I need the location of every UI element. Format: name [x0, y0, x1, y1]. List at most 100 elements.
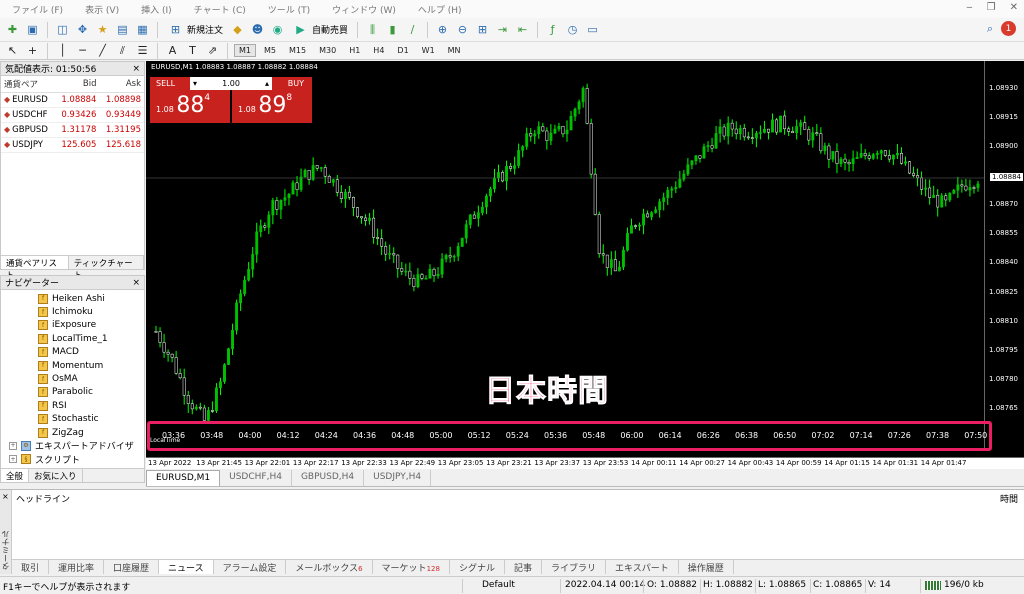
channel-icon[interactable]: ⫽	[114, 42, 131, 59]
profiles-icon[interactable]: ▣	[24, 21, 41, 38]
market-watch-icon[interactable]: ◫	[54, 21, 71, 38]
market-icon[interactable]: ◉	[269, 21, 286, 38]
navigator-item[interactable]: f MACD	[1, 346, 144, 359]
timeframe-h1[interactable]: H1	[344, 44, 365, 57]
navigator-item[interactable]: f Heiken Ashi	[1, 292, 144, 305]
navigator-item[interactable]: f Parabolic	[1, 386, 144, 399]
tab-tick-chart[interactable]: ティックチャート	[69, 256, 144, 281]
chevron-up-icon[interactable]: ▴	[265, 79, 269, 88]
menu-insert[interactable]: 挿入 (I)	[129, 3, 182, 16]
column-header-time[interactable]: 時間	[1000, 492, 1018, 506]
tab-experts[interactable]: エキスパート	[606, 560, 679, 574]
crosshair-icon[interactable]: +	[24, 42, 41, 59]
tab-journal[interactable]: 操作履歴	[679, 560, 734, 574]
tab-symbols[interactable]: 通貨ペアリスト	[1, 256, 69, 281]
table-row[interactable]: ◆ GBPUSD 1.31178 1.31195	[1, 122, 144, 138]
tab-favorites[interactable]: お気に入り	[29, 469, 83, 482]
lot-size-stepper[interactable]: ▾ 1.00 ▴	[190, 77, 272, 90]
table-row[interactable]: ◆ EURUSD 1.08884 1.08898	[1, 92, 144, 108]
timeframe-m1[interactable]: M1	[234, 44, 256, 57]
timeframe-d1[interactable]: D1	[392, 44, 413, 57]
new-order-button[interactable]: ⊞ 新規注文	[164, 21, 226, 38]
navigator-item[interactable]: f LocalTime_1	[1, 332, 144, 345]
periods-icon[interactable]: ◷	[564, 21, 581, 38]
navigator-folder-scripts[interactable]: + § スクリプト	[1, 453, 144, 466]
bar-chart-icon[interactable]: ⫼	[364, 21, 381, 38]
table-row[interactable]: ◆ USDJPY 125.605 125.618	[1, 137, 144, 153]
restore-icon[interactable]: ❐	[987, 2, 996, 13]
navigator-item[interactable]: f Ichimoku	[1, 305, 144, 318]
strategy-tester-icon[interactable]: ▦	[134, 21, 151, 38]
chart-window[interactable]: EURUSD,M1 1.08883 1.08887 1.08882 1.0888…	[146, 61, 1024, 469]
menu-chart[interactable]: チャート (C)	[182, 3, 256, 16]
column-header-symbol[interactable]: 通貨ペア	[1, 76, 55, 93]
search-icon[interactable]: ⌕	[987, 22, 993, 36]
tab-eurusd-m1[interactable]: EURUSD,M1	[146, 470, 221, 486]
expand-icon[interactable]: +	[9, 441, 17, 450]
notification-badge[interactable]: 1	[1001, 21, 1016, 36]
navigator-icon[interactable]: ★	[94, 21, 111, 38]
tab-general[interactable]: 全般	[1, 469, 30, 482]
menu-file[interactable]: ファイル (F)	[0, 3, 73, 16]
menu-window[interactable]: ウィンドウ (W)	[320, 3, 406, 16]
tab-usdjpy-h4[interactable]: USDJPY,H4	[364, 470, 432, 486]
community-icon[interactable]: ☻	[249, 21, 266, 38]
horizontal-line-icon[interactable]: ─	[74, 42, 91, 59]
fibonacci-icon[interactable]: ☰	[134, 42, 151, 59]
zoom-out-icon[interactable]: ⊖	[454, 21, 471, 38]
tab-usdchf-h4[interactable]: USDCHF,H4	[220, 470, 292, 486]
timeframe-w1[interactable]: W1	[417, 44, 440, 57]
navigator-item[interactable]: f Momentum	[1, 359, 144, 372]
data-window-icon[interactable]: ✥	[74, 21, 91, 38]
tab-account-history[interactable]: 口座履歴	[104, 560, 160, 574]
close-icon[interactable]: ×	[132, 278, 140, 288]
tab-library[interactable]: ライブラリ	[542, 560, 606, 574]
timeframe-m30[interactable]: M30	[314, 44, 341, 57]
tab-market[interactable]: マーケット128	[373, 560, 450, 574]
close-icon[interactable]: ×	[2, 492, 9, 501]
table-row[interactable]: ◆ USDCHF 0.93426 0.93449	[1, 107, 144, 123]
minimize-icon[interactable]: ‒	[966, 2, 972, 13]
arrows-icon[interactable]: ⇗	[204, 42, 221, 59]
close-icon[interactable]: ✕	[1010, 2, 1018, 13]
navigator-item[interactable]: f RSI	[1, 399, 144, 412]
menu-tools[interactable]: ツール (T)	[256, 3, 320, 16]
timeframe-m15[interactable]: M15	[284, 44, 311, 57]
tab-gbpusd-h4[interactable]: GBPUSD,H4	[292, 470, 365, 486]
chart-shift-icon[interactable]: ⇤	[514, 21, 531, 38]
close-icon[interactable]: ×	[132, 64, 140, 74]
navigator-item[interactable]: f ZigZag	[1, 426, 144, 439]
metaeditor-icon[interactable]: ◆	[229, 21, 246, 38]
timeframe-m5[interactable]: M5	[259, 44, 281, 57]
tab-signals[interactable]: シグナル	[450, 560, 505, 574]
navigator-item[interactable]: f OsMA	[1, 372, 144, 385]
tab-articles[interactable]: 記事	[505, 560, 542, 574]
chevron-down-icon[interactable]: ▾	[193, 79, 197, 88]
expand-icon[interactable]: +	[9, 455, 17, 464]
autoscroll-icon[interactable]: ⇥	[494, 21, 511, 38]
navigator-folder-experts[interactable]: + ⚙ エキスパートアドバイザ	[1, 439, 144, 452]
column-header-ask[interactable]: Ask	[99, 76, 144, 93]
indicators-icon[interactable]: ƒ	[544, 21, 561, 38]
tile-windows-icon[interactable]: ⊞	[474, 21, 491, 38]
column-header-headline[interactable]: ヘッドライン	[16, 492, 70, 506]
menu-view[interactable]: 表示 (V)	[73, 3, 129, 16]
auto-trading-button[interactable]: ▶ 自動売買	[289, 21, 351, 38]
terminal-icon[interactable]: ▤	[114, 21, 131, 38]
navigator-item[interactable]: f Stochastic	[1, 413, 144, 426]
candlestick-icon[interactable]: ▮	[384, 21, 401, 38]
tab-news[interactable]: ニュース	[159, 560, 214, 574]
lot-size-value[interactable]: 1.00	[222, 79, 240, 88]
trendline-icon[interactable]: ╱	[94, 42, 111, 59]
column-header-bid[interactable]: Bid	[54, 76, 100, 93]
cursor-icon[interactable]: ↖	[4, 42, 21, 59]
new-chart-icon[interactable]: ✚	[4, 21, 21, 38]
tab-mailbox[interactable]: メールボックス6	[286, 560, 373, 574]
tab-exposure[interactable]: 運用比率	[49, 560, 105, 574]
tab-trade[interactable]: 取引	[12, 560, 50, 574]
tab-alerts[interactable]: アラーム設定	[214, 560, 287, 574]
text-icon[interactable]: A	[164, 42, 181, 59]
templates-icon[interactable]: ▭	[584, 21, 601, 38]
menu-help[interactable]: ヘルプ (H)	[406, 3, 472, 16]
line-chart-icon[interactable]: ∕	[404, 21, 421, 38]
